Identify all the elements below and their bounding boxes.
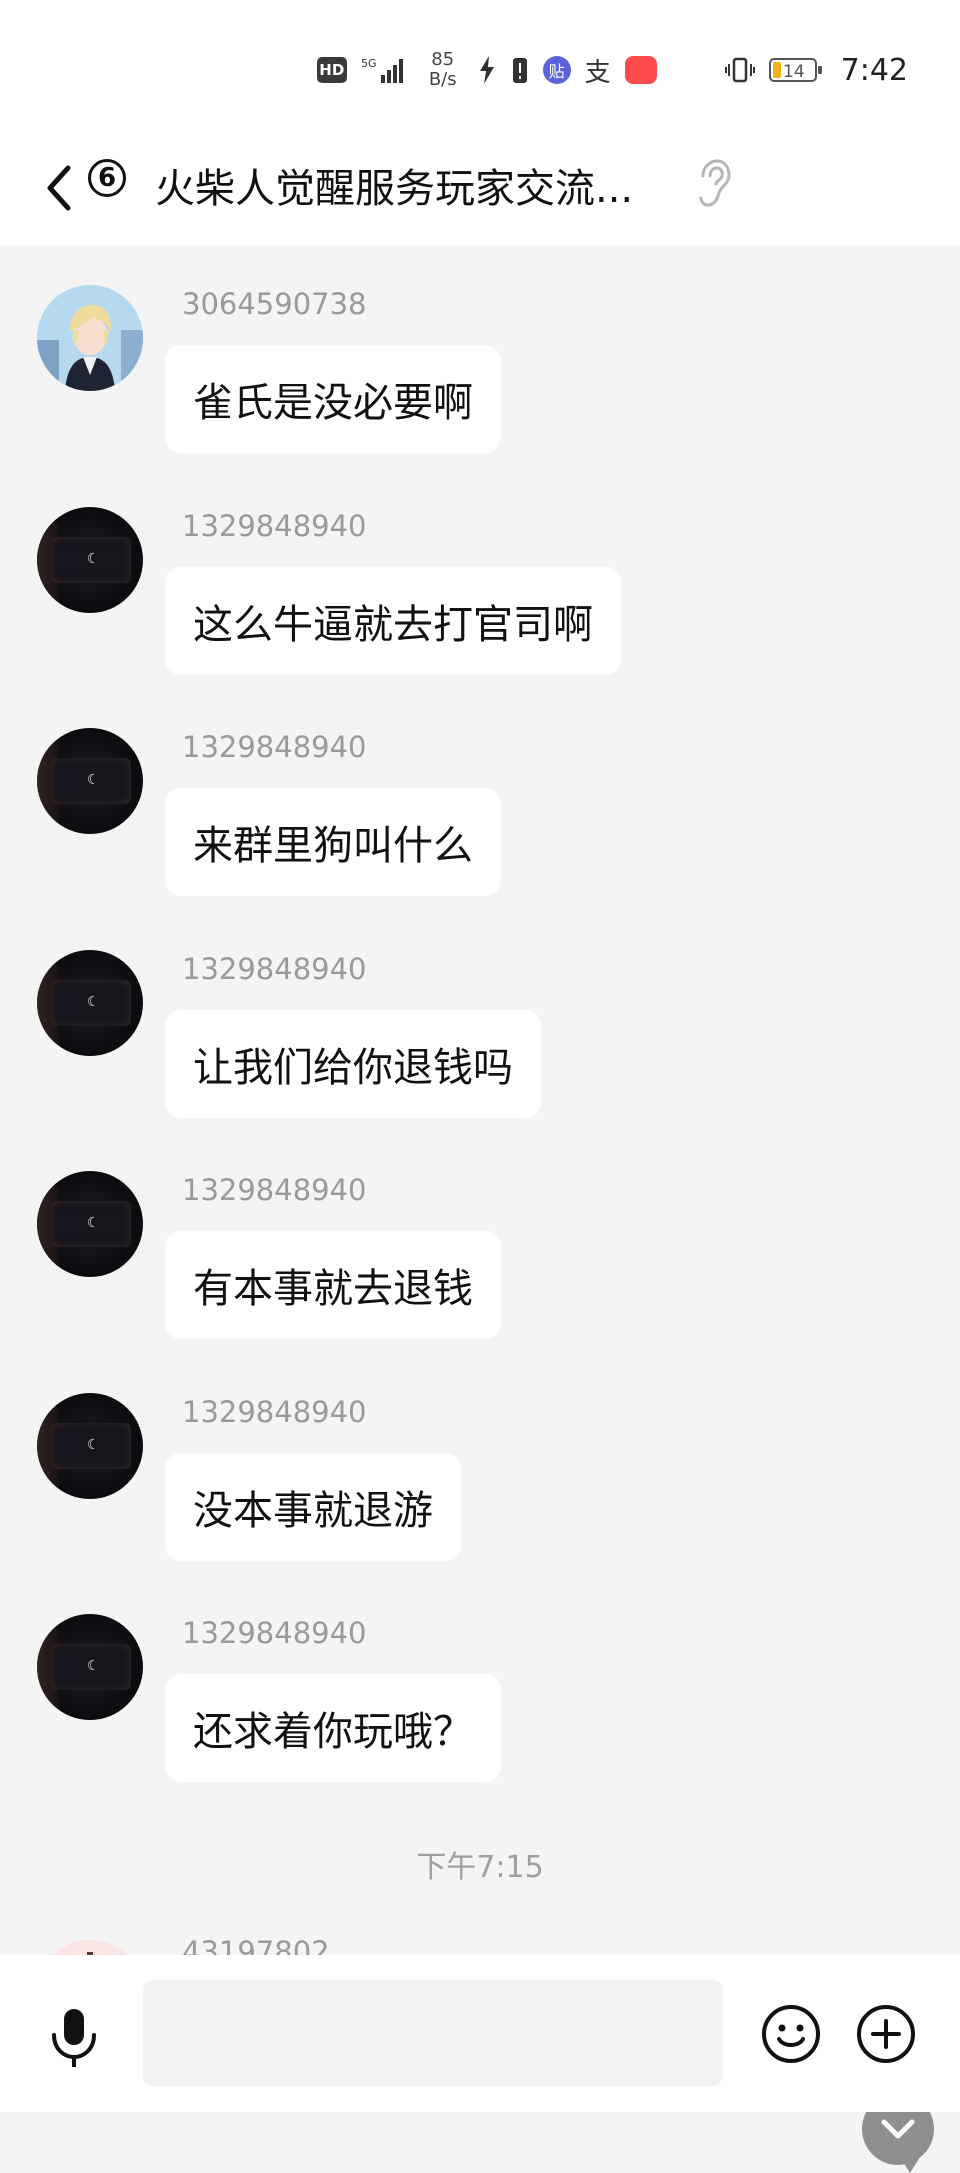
avatar[interactable]: ☾ xyxy=(37,1393,143,1499)
avatar[interactable]: ☾ xyxy=(37,1171,143,1277)
hd-badge: HD xyxy=(316,57,347,83)
avatar[interactable]: ☾ xyxy=(37,1614,143,1720)
vibrate-icon xyxy=(724,55,755,85)
message-bubble[interactable]: 还求着你玩哦？ xyxy=(165,1674,501,1782)
unread-count-badge[interactable]: 6 xyxy=(88,159,126,197)
battery-alert-icon xyxy=(511,55,529,85)
chat-messages[interactable]: 3064590738 雀氏是没必要啊 ☾ 1329848940 这么牛逼就去打官… xyxy=(0,245,960,2173)
message-bubble[interactable]: 这么牛逼就去打官司啊 xyxy=(165,567,621,675)
chevron-down-icon xyxy=(881,2119,915,2139)
back-arrow-icon[interactable] xyxy=(40,160,80,216)
alipay-app-icon: 支 xyxy=(584,57,611,88)
ear-mode-icon[interactable] xyxy=(695,158,731,208)
status-icons: HD 5G 85 B/s 贴 支 14 7:42 xyxy=(316,46,908,94)
clock: 7:42 xyxy=(840,52,908,88)
message-bubble[interactable]: 没本事就退游 xyxy=(165,1453,461,1561)
status-bar: HD 5G 85 B/s 贴 支 14 7:42 xyxy=(0,0,960,130)
tieba-app-icon: 贴 xyxy=(542,56,571,84)
sender-id: 1329848940 xyxy=(182,1616,367,1650)
microphone-icon[interactable] xyxy=(46,2007,102,2069)
avatar[interactable] xyxy=(37,285,143,391)
message-bubble[interactable]: 来群里狗叫什么 xyxy=(165,788,501,896)
net-speed-unit: B/s xyxy=(428,69,457,90)
signal-icon: 5G xyxy=(361,55,409,85)
avatar[interactable]: ☾ xyxy=(37,728,143,834)
message-bubble[interactable]: 有本事就去退钱 xyxy=(165,1231,501,1339)
network-speed: 85 B/s xyxy=(429,50,457,90)
sender-id: 1329848940 xyxy=(182,952,367,986)
message-bubble[interactable]: 雀氏是没必要啊 xyxy=(165,345,501,453)
battery-level: 14 xyxy=(783,62,805,82)
huawei-app-icon xyxy=(624,56,657,84)
emoji-icon[interactable] xyxy=(760,2003,822,2065)
avatar[interactable]: ☾ xyxy=(37,950,143,1056)
net-speed-value: 85 xyxy=(431,49,455,70)
input-bar xyxy=(0,1955,960,2112)
avatar[interactable]: ☾ xyxy=(37,507,143,613)
message-bubble[interactable]: 让我们给你退钱吗 xyxy=(165,1010,541,1118)
sender-id: 1329848940 xyxy=(182,730,367,764)
signal-label: 5G xyxy=(361,57,377,70)
plus-icon[interactable] xyxy=(855,2003,917,2065)
chat-header: 6 火柴人觉醒服务玩家交流... xyxy=(0,130,960,245)
time-divider: 下午7:15 xyxy=(416,1850,544,1885)
sender-id: 1329848940 xyxy=(182,1395,367,1429)
sender-id: 3064590738 xyxy=(182,287,367,321)
message-input[interactable] xyxy=(143,1980,723,2086)
sender-id: 1329848940 xyxy=(182,1173,367,1207)
charging-bolt-icon xyxy=(477,55,497,85)
battery-icon: 14 xyxy=(768,56,823,84)
group-title[interactable]: 火柴人觉醒服务玩家交流... xyxy=(155,156,633,214)
scroll-button-tail xyxy=(900,2157,920,2173)
sender-id: 1329848940 xyxy=(182,509,367,543)
